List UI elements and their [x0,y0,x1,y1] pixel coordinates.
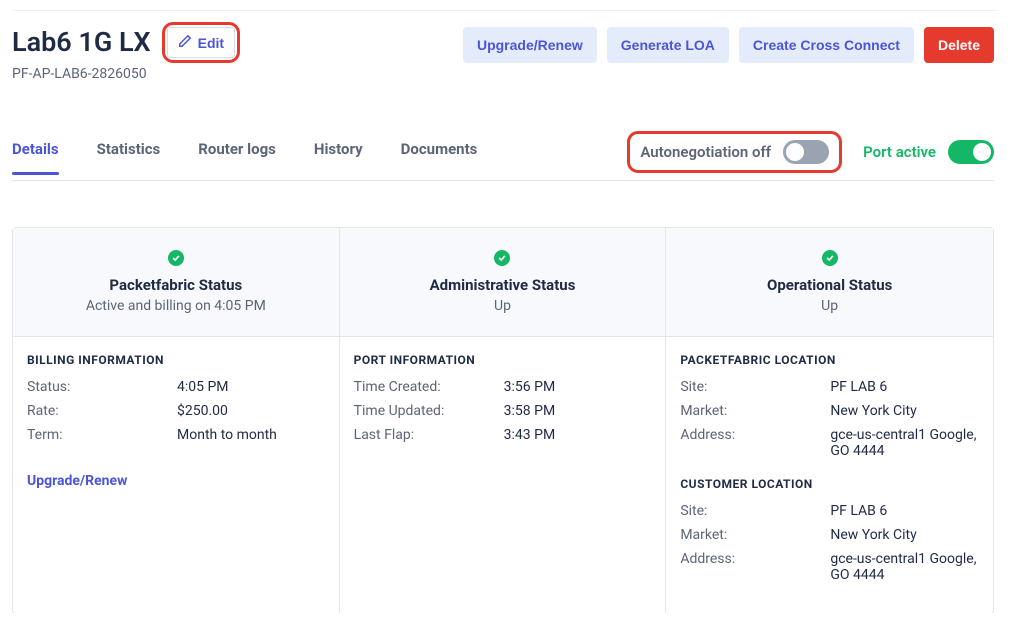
generate-loa-button[interactable]: Generate LOA [607,27,729,63]
info-grid: BILLING INFORMATION Status:4:05 PM Rate:… [12,337,994,613]
status-sub: Active and billing on 4:05 PM [29,298,323,314]
location-information: PACKETFABRIC LOCATION Site:PF LAB 6 Mark… [666,337,993,613]
tab-statistics[interactable]: Statistics [97,140,161,174]
port-active-label: Port active [863,143,936,161]
status-card-administrative: Administrative Status Up [340,228,667,336]
value: 4:05 PM [177,379,325,395]
label: Rate: [27,403,177,419]
label: Time Created: [354,379,504,395]
label: Address: [680,427,830,459]
billing-information: BILLING INFORMATION Status:4:05 PM Rate:… [13,337,340,613]
status-sub: Up [356,298,650,314]
label: Term: [27,427,177,443]
value: 3:43 PM [504,427,652,443]
tab-history[interactable]: History [314,140,363,174]
port-active-toggle[interactable] [948,140,994,164]
autonegotiation-toggle[interactable] [783,140,829,164]
section-heading: PACKETFABRIC LOCATION [680,353,979,367]
status-sub: Up [682,298,977,314]
section-heading: BILLING INFORMATION [27,353,325,367]
edit-highlight: Edit [165,25,237,60]
label: Time Updated: [354,403,504,419]
value: gce-us-central1 Google, GO 4444 [830,427,979,459]
value: PF LAB 6 [830,379,979,395]
upgrade-renew-link[interactable]: Upgrade/Renew [27,473,127,489]
value: $250.00 [177,403,325,419]
label: Site: [680,379,830,395]
label: Market: [680,403,830,419]
label: Address: [680,551,830,583]
status-card-packetfabric: Packetfabric Status Active and billing o… [13,228,340,336]
upgrade-renew-button[interactable]: Upgrade/Renew [463,27,597,63]
status-title: Operational Status [682,276,977,294]
edit-label: Edit [198,35,224,51]
autonegotiation-label: Autonegotiation off [640,143,771,161]
pencil-icon [178,34,192,51]
resource-id: PF-AP-LAB6-2826050 [12,66,237,82]
autoneg-highlight: Autonegotiation off [630,134,839,170]
section-heading: CUSTOMER LOCATION [680,477,979,491]
value: PF LAB 6 [830,503,979,519]
check-icon [822,250,838,266]
value: 3:58 PM [504,403,652,419]
label: Market: [680,527,830,543]
create-cross-connect-button[interactable]: Create Cross Connect [739,27,914,63]
tab-router-logs[interactable]: Router logs [198,140,276,174]
value: gce-us-central1 Google, GO 4444 [830,551,979,583]
value: New York City [830,403,979,419]
page-title: Lab6 1G LX [12,26,151,58]
status-title: Administrative Status [356,276,650,294]
section-heading: PORT INFORMATION [354,353,652,367]
delete-button[interactable]: Delete [924,27,994,63]
status-title: Packetfabric Status [29,276,323,294]
value: New York City [830,527,979,543]
check-icon [494,250,510,266]
port-information: PORT INFORMATION Time Created:3:56 PM Ti… [340,337,667,613]
label: Last Flap: [354,427,504,443]
label: Status: [27,379,177,395]
tab-details[interactable]: Details [12,140,59,174]
status-cards: Packetfabric Status Active and billing o… [12,227,994,337]
edit-button[interactable]: Edit [167,27,235,58]
value: Month to month [177,427,325,443]
tab-documents[interactable]: Documents [401,140,478,174]
value: 3:56 PM [504,379,652,395]
check-icon [168,250,184,266]
label: Site: [680,503,830,519]
status-card-operational: Operational Status Up [666,228,993,336]
